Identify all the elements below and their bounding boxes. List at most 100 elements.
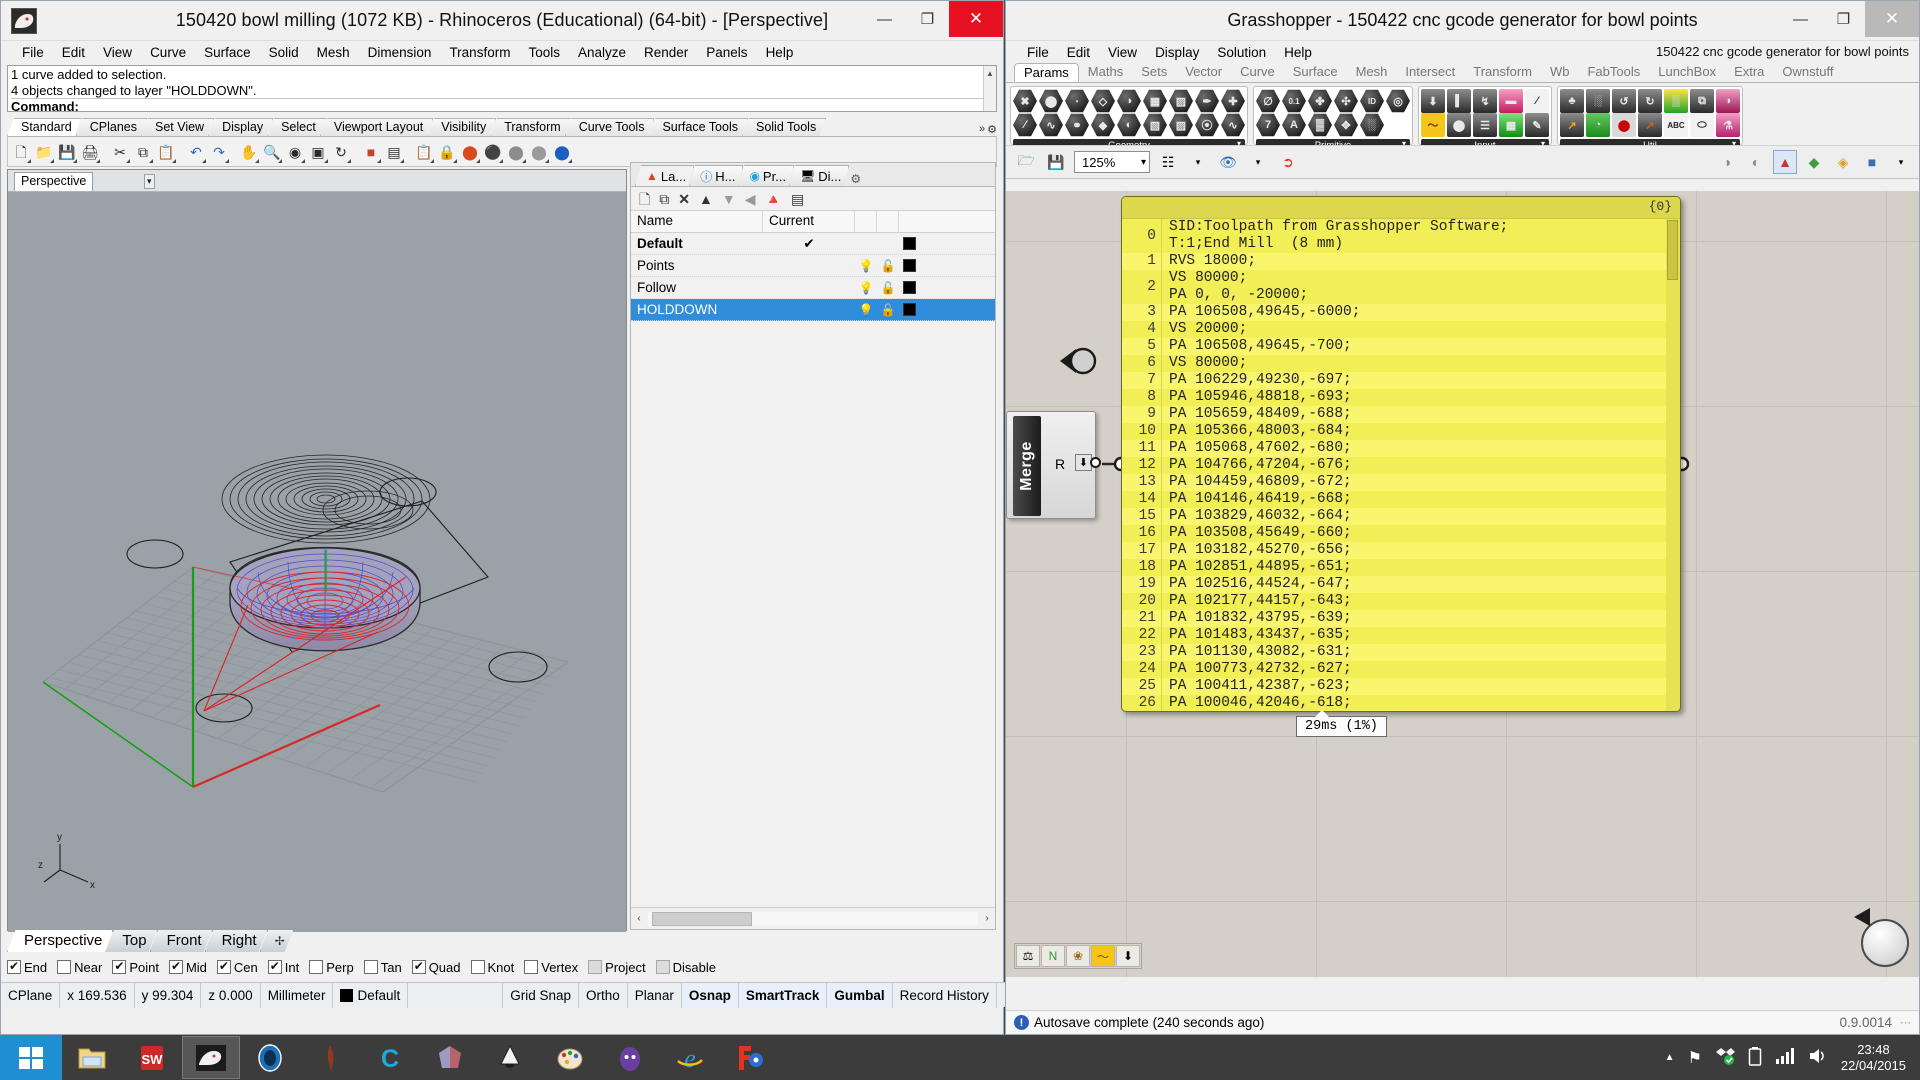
input-colour-swatch-icon[interactable]: ▦ [1499,113,1523,137]
column-header-visible[interactable] [855,211,877,232]
layer-color-swatch[interactable] [899,258,919,273]
gear-icon[interactable]: ⚙ [850,172,861,186]
inkscape-icon[interactable] [480,1035,540,1080]
rhino-minimize-button[interactable]: — [863,1,906,37]
scroll-right-icon[interactable]: › [979,913,995,924]
filter-icon[interactable]: 🔺 [765,192,782,206]
util-profiler-icon[interactable]: ↗ [1638,113,1662,137]
merge-output-port[interactable] [1090,457,1101,468]
toolbar-tab-cplanes[interactable]: CPlanes [76,118,147,136]
layer-color-swatch[interactable] [899,280,919,295]
util-quick-graph-icon[interactable]: ↗ [1560,113,1584,137]
tray-expand-icon[interactable]: ▲ [1665,1052,1675,1063]
status-osnap[interactable]: Osnap [681,982,739,1008]
panel-text-content[interactable]: 0 SID:Toolpath from Grasshopper Software;… [1122,219,1666,711]
chevron-down-icon[interactable]: ▾ [1889,150,1913,174]
move-left-icon[interactable]: ◀ [745,192,756,206]
column-header-current[interactable]: Current [763,211,855,232]
gh-menu-solution[interactable]: Solution [1208,43,1275,62]
new-file-icon[interactable]: 🗋 [10,139,32,165]
param-geometry-icon[interactable]: ✖ [1013,89,1037,113]
util-param-viewer-icon[interactable]: ░ [1586,89,1610,113]
toolbar-tab-visibility[interactable]: Visibility [427,118,496,136]
gh-tab-extra[interactable]: Extra [1725,63,1773,82]
rhino-maximize-button[interactable]: ❐ [906,1,949,37]
layer-color-swatch[interactable] [899,302,919,317]
action-center-flag-icon[interactable]: ⚑ [1688,1048,1702,1068]
table-row[interactable]: HOLDDOWN 💡 🔓 [631,299,995,321]
gh-tab-transform[interactable]: Transform [1464,63,1541,82]
util-text-tag-icon[interactable]: ABC [1664,113,1688,137]
util-flask-icon[interactable]: ⚗ [1716,113,1740,137]
osnap-cen[interactable]: Cen [216,959,258,975]
menu-item-curve[interactable]: Curve [141,43,195,62]
zoom-window-icon[interactable]: 🔍 [261,139,283,165]
param-spiral-icon[interactable]: ⦿ [1195,113,1219,137]
osnap-point-checkbox[interactable] [112,959,127,974]
duplicate-layer-icon[interactable]: ⧉ [659,192,669,206]
param-number-icon[interactable]: 0.1 [1282,89,1306,113]
status-grid-snap[interactable]: Grid Snap [503,982,580,1008]
param-twistedbox-icon[interactable]: ⚭ [1065,113,1089,137]
preview-shaded-icon[interactable]: ◑ [1715,150,1739,174]
delete-layer-icon[interactable]: ✕ [678,192,690,206]
camtasia-icon[interactable]: C [360,1035,420,1080]
lock-icon[interactable]: 🔒 [436,139,458,165]
param-point-icon[interactable]: ⬤ [1039,89,1063,113]
osnap-near[interactable]: Near [57,960,102,975]
viewport-tab-perspective[interactable]: Perspective [7,929,113,952]
properties-icon[interactable]: 📋 [413,139,435,165]
gh-tab-intersect[interactable]: Intersect [1396,63,1464,82]
command-prompt[interactable]: Command: [11,99,993,115]
preview-orange-icon[interactable]: ◈ [1831,150,1855,174]
menu-item-analyze[interactable]: Analyze [569,43,635,62]
panel-scrollbar[interactable] [1666,219,1680,711]
layer-visibility-icon[interactable]: 💡 [855,303,877,317]
toolbar-tab-display[interactable]: Display [208,118,273,136]
table-row[interactable]: Points 💡 🔓 [631,255,995,277]
layer-icon[interactable]: ■ [360,139,382,165]
osnap-quad-checkbox[interactable] [411,959,426,974]
osnap-project-checkbox[interactable] [588,960,603,974]
panel-tab-properties[interactable]: ◉ Pr... [738,165,794,186]
gh-tab-vector[interactable]: Vector [1176,63,1231,82]
file-explorer-icon[interactable] [62,1035,122,1080]
render-icon[interactable]: ⬤ [551,139,573,165]
input-boolean-toggle-icon[interactable]: ▌ [1447,89,1471,113]
status-units[interactable]: Millimeter [261,982,334,1008]
osnap-mid[interactable]: Mid [168,959,207,975]
param-boolean-icon[interactable]: ∅ [1256,89,1280,113]
osnap-int[interactable]: Int [267,959,299,975]
gh-menu-file[interactable]: File [1018,43,1058,62]
bake-icon[interactable]: ➲ [1276,150,1300,174]
toolbar-tab-solid-tools[interactable]: Solid Tools [742,118,826,136]
toolbar-tab-standard[interactable]: Standard [7,118,82,136]
input-graph-mapper-icon[interactable]: ∕ [1525,89,1549,113]
rhino-close-button[interactable]: ✕ [949,1,1003,37]
panel-tab-help[interactable]: ⓘ H... [689,165,743,186]
toolbar-tab-surface-tools[interactable]: Surface Tools [648,118,748,136]
util-cluster-icon[interactable]: ⧉ [1690,89,1714,113]
gh-tab-sets[interactable]: Sets [1132,63,1176,82]
param-matrix-icon[interactable]: ▓ [1308,113,1332,137]
toolbar-tab-curve-tools[interactable]: Curve Tools [565,118,655,136]
menu-item-render[interactable]: Render [635,43,697,62]
param-interval2-icon[interactable]: ✥ [1334,113,1358,137]
menu-item-transform[interactable]: Transform [440,43,519,62]
osnap-knot-checkbox[interactable] [470,960,485,974]
menu-item-tools[interactable]: Tools [519,43,569,62]
status-cplane[interactable]: CPlane [1,982,61,1008]
menu-item-help[interactable]: Help [757,43,803,62]
menu-item-edit[interactable]: Edit [53,43,94,62]
resize-grip-icon[interactable]: ⋯ [1900,1016,1911,1029]
viewport-menu-chevron-icon[interactable]: ▾ [144,174,155,189]
viewport-tab-right[interactable]: Right [205,929,268,952]
toolbar-tab-select[interactable]: Select [267,118,326,136]
layer-current-default[interactable]: ✔ [763,236,855,252]
gh-minimize-button[interactable]: — [1779,1,1822,37]
param-surface-icon[interactable]: ◇ [1091,89,1115,113]
github-icon[interactable] [600,1035,660,1080]
util-pie-chart-icon[interactable]: ◔ [1586,113,1610,137]
command-area-scrollbar[interactable]: ▲ [983,66,996,111]
util-recompute-icon[interactable]: ↻ [1638,89,1662,113]
